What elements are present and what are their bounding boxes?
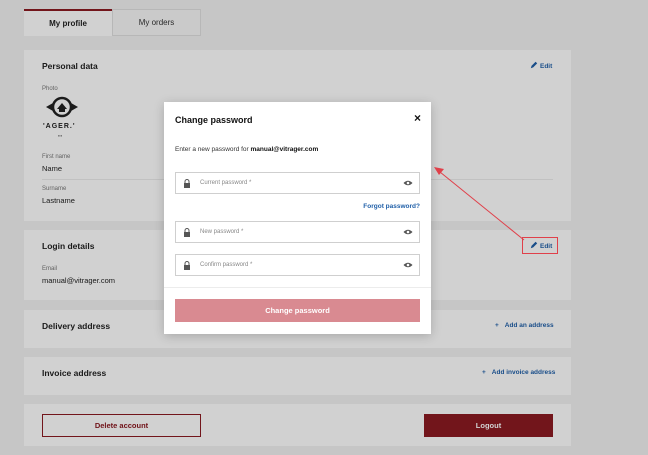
annotation-arrow: [434, 167, 525, 241]
